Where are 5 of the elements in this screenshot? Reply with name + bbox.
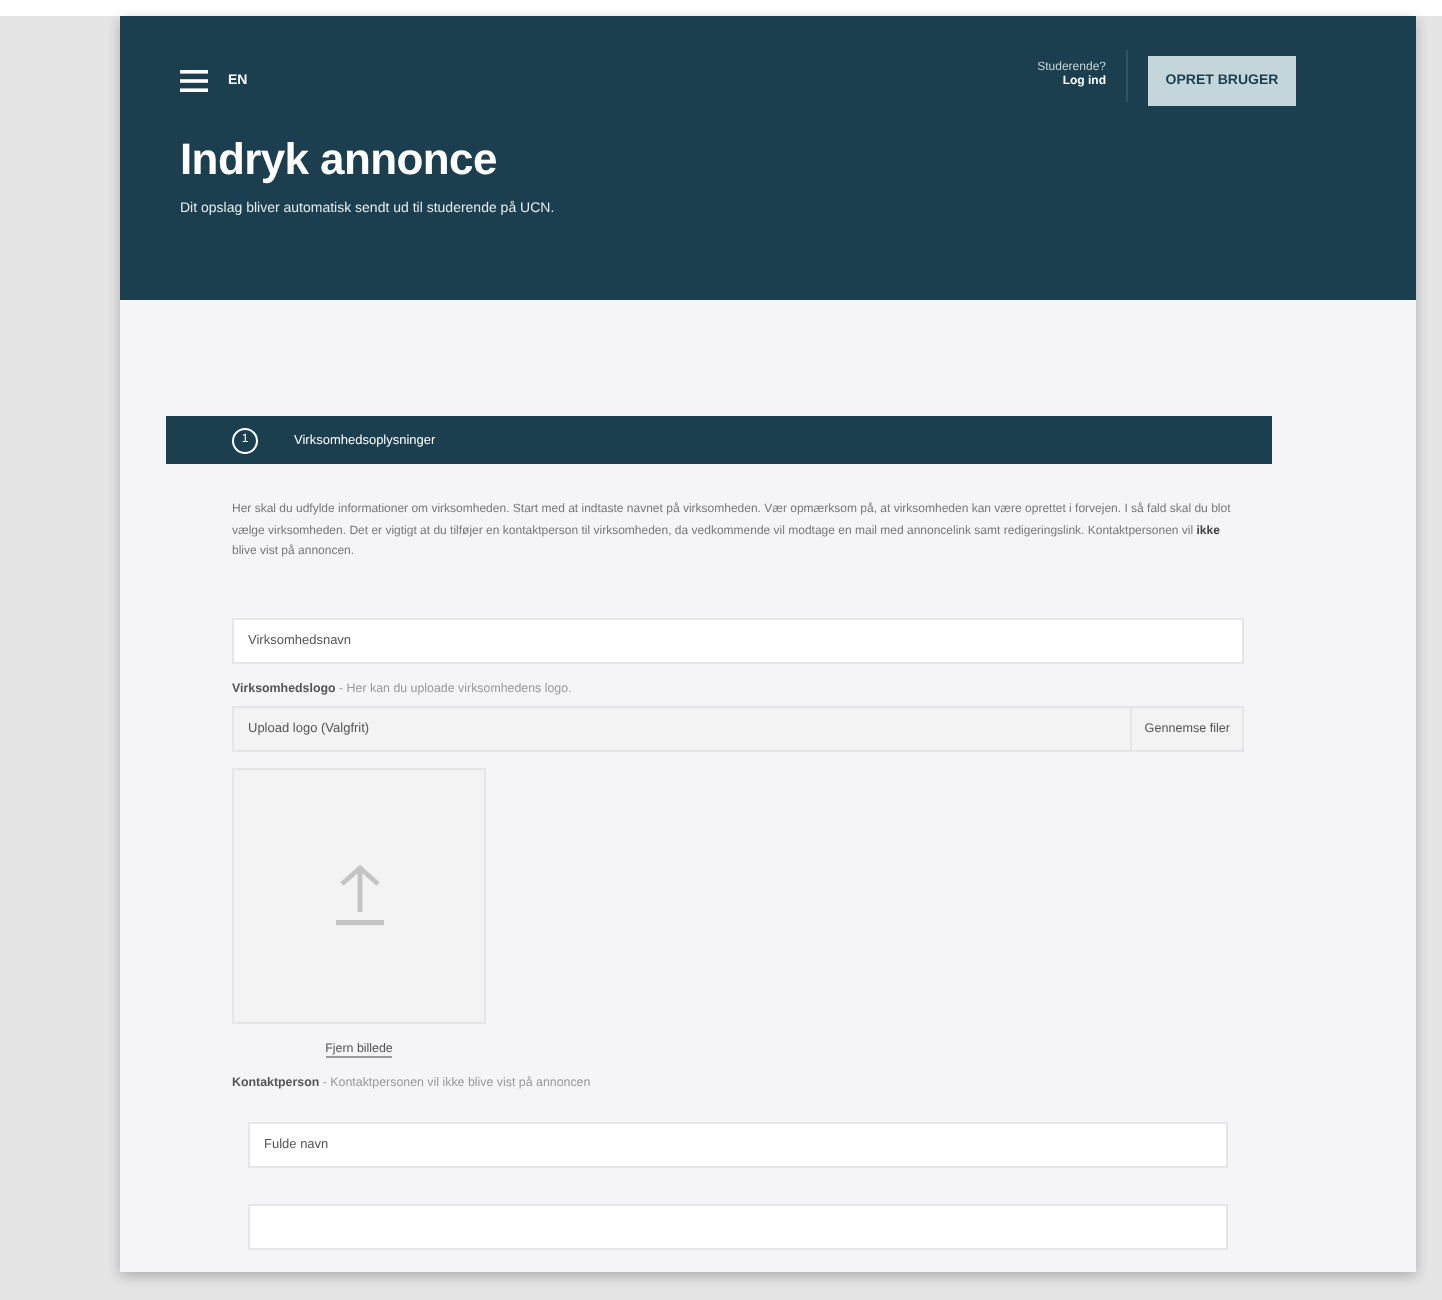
upload-arrow-icon: [333, 863, 385, 927]
image-dropzone[interactable]: [232, 767, 486, 1023]
page-title: Indryk annonce: [180, 134, 499, 186]
menu-icon[interactable]: [180, 70, 208, 92]
input-field[interactable]: [248, 1203, 1228, 1249]
